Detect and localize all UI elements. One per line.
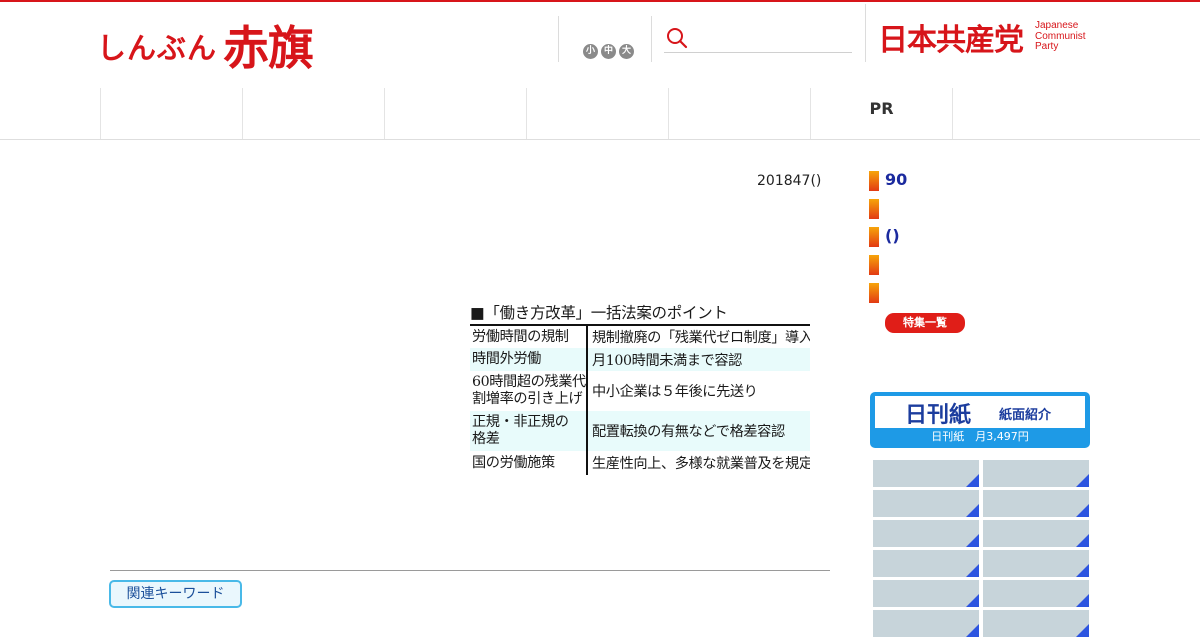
main-nav: PR [0,88,1200,140]
table-cell-detail: 規制撤廃の「残業代ゼロ制度」導入 [592,330,810,346]
party-name-en-line: Japanese [1035,20,1079,32]
bullet-mark-icon [869,227,879,247]
akahata-logo[interactable]: しんぶん 赤旗 [97,12,314,78]
list-item[interactable] [869,254,1089,282]
site-header: しんぶん 赤旗 小 中 大 日本共産党 Japanese Communist Pa… [0,2,1200,88]
thumbnail[interactable] [873,610,979,637]
logo-small-text: しんぶん [97,31,218,65]
thumbnail[interactable] [983,490,1089,517]
thumbnail[interactable] [983,460,1089,487]
nav-tab[interactable] [384,88,526,139]
nav-tab[interactable] [526,88,668,139]
table-row: 労働時間の規制 規制撤廃の「残業代ゼロ制度」導入 [470,325,810,348]
font-size-small-button[interactable]: 小 [583,44,598,59]
font-size-switcher: 小 中 大 [583,44,634,59]
table-row: 時間外労働 月100時間未満まで容認 [470,348,810,371]
thumbnail[interactable] [873,460,979,487]
nikkan-price: 日刊紙 月3,497円 [931,430,1029,443]
header-divider [651,16,652,62]
thumbnail[interactable] [983,550,1089,577]
points-table-figure: ■「働き方改革」一括法案のポイント 労働時間の規制 規制撤廃の「残業代ゼロ制度」… [470,302,810,475]
table-row: 60時間超の残業代 割増率の引き上げ 中小企業は５年後に先送り [470,371,810,411]
thumbnail[interactable] [983,580,1089,607]
thumbnail[interactable] [873,580,979,607]
search-icon[interactable] [666,27,688,49]
header-divider [558,16,559,62]
thumbnail[interactable] [983,610,1089,637]
table-row: 正規・非正規の 格差 配置転換の有無などで格差容認 [470,411,810,451]
party-name-en-line: Communist [1035,30,1086,42]
party-name-en-line: Party [1035,41,1059,53]
list-item-label[interactable]: () [885,226,900,245]
table-cell-item: 正規・非正規の 格差 [470,411,588,451]
feature-list: 90 () [869,170,1089,310]
list-item-label[interactable]: 90 [885,170,907,189]
table-cell-detail: 月100時間未満まで容認 [587,348,810,371]
thumbnail-grid [873,460,1090,637]
nikkan-banner[interactable]: 日刊紙 紙面紹介 日刊紙 月3,497円 [870,392,1090,448]
nikkan-subtitle: 紙面紹介 [999,408,1052,423]
nav-tab[interactable] [242,88,384,139]
table-cell-detail: 配置転換の有無などで格差容認 [587,411,810,451]
thumbnail[interactable] [873,490,979,517]
party-name-en: Japanese Communist Party [1035,21,1086,53]
list-item[interactable]: () [869,226,1089,254]
table-cell-detail: 中小企業は５年後に先送り [592,384,758,400]
bullet-mark-icon [869,283,879,303]
party-name: 日本共産党 [878,23,1024,58]
search-input[interactable] [692,25,851,49]
bullet-mark-icon [869,171,879,191]
nav-tab[interactable] [100,88,242,139]
table-row: 国の労働施策 生産性向上、多様な就業普及を規定 [470,451,810,475]
bullet-mark-icon [869,255,879,275]
table-cell-item: 60時間超の残業代 割増率の引き上げ [470,371,588,411]
thumbnail[interactable] [873,550,979,577]
bullet-mark-icon [869,199,879,219]
table-cell-item: 国の労働施策 [470,451,588,475]
font-size-medium-button[interactable]: 中 [601,44,616,59]
search-box [664,22,852,53]
logo-big-text: 赤旗 [223,21,314,75]
nav-tab[interactable] [668,88,810,139]
table-cell-item: 労働時間の規制 [470,325,588,348]
jcp-logo[interactable]: 日本共産党 Japanese Communist Party [878,15,1086,59]
article-date: 201847() [757,173,822,189]
list-item[interactable] [869,282,1089,310]
table-cell-item: 時間外労働 [470,348,588,371]
list-item[interactable] [869,198,1089,226]
points-table: 労働時間の規制 規制撤廃の「残業代ゼロ制度」導入 時間外労働 月100時間未満ま… [470,324,810,475]
table-cell-detail: 生産性向上、多様な就業普及を規定 [592,456,810,472]
related-keywords-button[interactable]: 関連キーワード [109,580,242,608]
thumbnail[interactable] [873,520,979,547]
nav-tab-end [952,88,953,139]
font-size-large-button[interactable]: 大 [619,44,634,59]
header-divider [865,4,866,62]
section-divider [110,570,830,571]
list-item[interactable]: 90 [869,170,1089,198]
table-title: ■「働き方改革」一括法案のポイント [470,304,728,322]
nav-tab-pr[interactable]: PR [810,88,952,139]
nikkan-banner-inner: 日刊紙 紙面紹介 [875,396,1085,428]
feature-list-button[interactable]: 特集一覧 [885,313,965,333]
thumbnail[interactable] [983,520,1089,547]
nikkan-title: 日刊紙 [905,403,972,428]
